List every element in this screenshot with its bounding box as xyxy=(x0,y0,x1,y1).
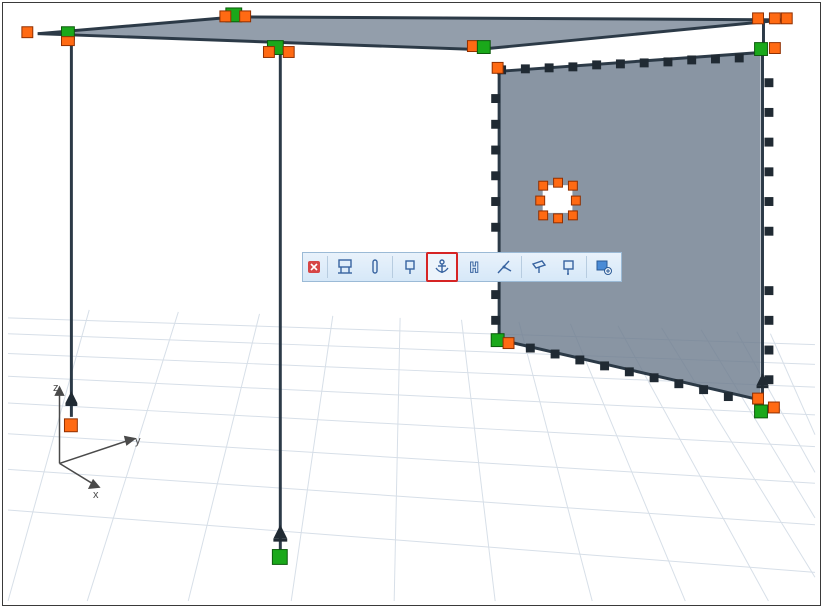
viewport-frame: z y x xyxy=(2,2,821,606)
display-settings-button[interactable] xyxy=(590,254,618,280)
anchor-button[interactable] xyxy=(426,252,458,282)
toolbar-separator xyxy=(392,256,393,278)
toolbar-separator xyxy=(586,256,587,278)
nodal-support-icon xyxy=(336,258,354,276)
beam-release-icon xyxy=(465,258,483,276)
surface-release-button[interactable] xyxy=(555,254,583,280)
column-supports xyxy=(65,373,768,541)
model-viewport[interactable] xyxy=(3,3,820,605)
toolbar-close-button[interactable] xyxy=(307,260,321,274)
scissor-hinge-icon xyxy=(495,258,513,276)
line-hinge-icon xyxy=(401,258,419,276)
roof-surface xyxy=(38,17,785,50)
floating-toolbar[interactable] xyxy=(302,252,622,282)
axis-x-label: x xyxy=(93,489,99,501)
toolbar-separator xyxy=(521,256,522,278)
surface-release-icon xyxy=(560,258,578,276)
surface-hinge-button[interactable] xyxy=(525,254,553,280)
nodal-support-button[interactable] xyxy=(331,254,359,280)
axis-y-label: y xyxy=(135,435,141,447)
toolbar-separator xyxy=(327,256,328,278)
axis-z-label: z xyxy=(53,382,59,394)
anchor-icon xyxy=(433,258,451,276)
column-button[interactable] xyxy=(361,254,389,280)
column-icon xyxy=(366,258,384,276)
beam-release-button[interactable] xyxy=(460,254,488,280)
display-settings-icon xyxy=(595,258,613,276)
surface-hinge-icon xyxy=(530,258,548,276)
line-hinge-button[interactable] xyxy=(396,254,424,280)
scissor-hinge-button[interactable] xyxy=(490,254,518,280)
